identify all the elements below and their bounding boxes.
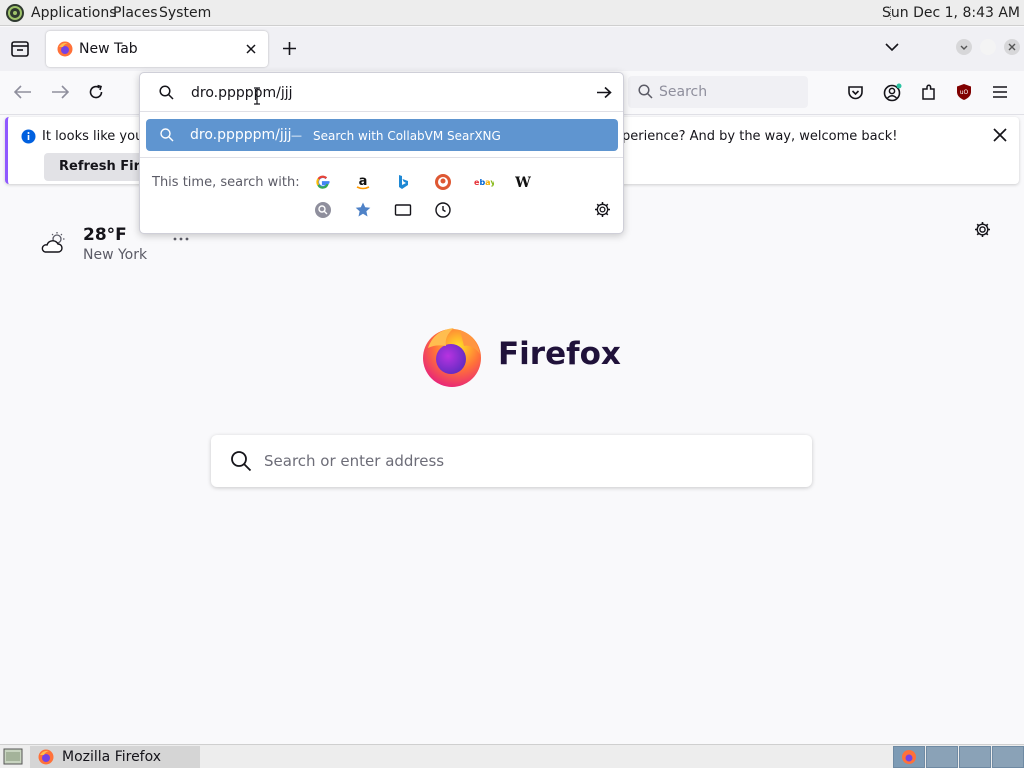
search-bar-placeholder: Search <box>659 84 708 100</box>
workspace-4[interactable] <box>992 746 1024 768</box>
tab-strip: New Tab <box>0 27 1024 71</box>
info-icon <box>21 129 36 144</box>
svg-text:ebay: ebay <box>474 178 494 187</box>
ublock-origin-icon[interactable]: uO <box>956 83 972 101</box>
wikipedia-icon[interactable]: W <box>514 173 532 191</box>
taskbar-firefox-button[interactable]: Mozilla Firefox <box>30 746 200 768</box>
close-notification-icon[interactable] <box>993 128 1007 142</box>
new-tab-plus-icon[interactable] <box>282 41 297 56</box>
workspace-3[interactable] <box>959 746 991 768</box>
reload-icon[interactable] <box>88 84 104 100</box>
menu-system[interactable]: System <box>159 5 211 21</box>
firefox-icon <box>57 41 73 57</box>
urlbar-input[interactable]: dro.pppppm/jjj <box>191 85 293 101</box>
close-window-button[interactable] <box>1004 39 1020 55</box>
pocket-icon[interactable] <box>847 84 864 101</box>
one-off-label: This time, search with: <box>152 175 300 190</box>
partly-cloudy-icon <box>40 231 68 255</box>
svg-text:a: a <box>359 174 368 189</box>
tab-new-tab[interactable]: New Tab <box>46 31 268 67</box>
back-arrow-icon[interactable] <box>14 85 32 99</box>
tab-list-chevron-down-icon[interactable] <box>885 43 899 52</box>
urlbar-divider <box>140 111 623 112</box>
firefox-logo-icon <box>420 324 484 388</box>
extensions-puzzle-icon[interactable] <box>920 83 938 101</box>
svg-text:W: W <box>514 175 531 191</box>
weather-location: New York <box>83 247 148 263</box>
forward-arrow-icon[interactable] <box>51 85 69 99</box>
workspace-2[interactable] <box>926 746 958 768</box>
go-arrow-icon[interactable] <box>596 86 612 99</box>
firefox-icon <box>38 749 54 765</box>
search-settings-gear-icon[interactable] <box>594 201 612 219</box>
clock[interactable]: Sun Dec 1, 8:43 AM <box>882 5 1020 21</box>
urlbar-dropdown: dro.pppppm/jjj dro.pppppm/jjj — Search w… <box>139 72 624 234</box>
one-off-divider <box>140 157 623 158</box>
suggestion-separator: — <box>291 129 302 142</box>
search-icon <box>159 85 174 100</box>
search-bar[interactable]: Search <box>628 76 808 108</box>
search-suggestion-row[interactable]: dro.pppppm/jjj — Search with CollabVM Se… <box>146 119 618 151</box>
show-desktop-icon[interactable] <box>3 748 23 765</box>
weather-temperature: 28°F <box>83 225 127 245</box>
weather-more-options-icon[interactable] <box>173 237 189 241</box>
gnome-foot-icon[interactable] <box>5 3 25 23</box>
amazon-icon[interactable]: a <box>354 173 372 191</box>
firefox-view-icon[interactable] <box>11 41 29 57</box>
refresh-firefox-button[interactable]: Refresh Firefox <box>44 153 148 181</box>
menu-applications[interactable]: Applications <box>31 5 117 21</box>
google-icon[interactable] <box>314 173 332 191</box>
tabs-icon[interactable] <box>394 201 412 219</box>
maximize-button[interactable] <box>980 39 996 55</box>
minimize-button[interactable] <box>956 39 972 55</box>
tab-title: New Tab <box>79 41 138 57</box>
bottom-taskbar: Mozilla Firefox <box>0 744 1024 768</box>
text-cursor-icon <box>253 87 261 105</box>
newtab-settings-gear-icon[interactable] <box>974 221 991 238</box>
search-engine-icon[interactable] <box>314 201 332 219</box>
newtab-search-box[interactable]: Search or enter address <box>211 435 812 487</box>
bookmark-star-icon[interactable] <box>354 201 372 219</box>
svg-text:uO: uO <box>960 89 969 96</box>
search-icon <box>230 450 252 472</box>
workspace-1[interactable] <box>893 746 925 768</box>
bing-icon[interactable] <box>394 173 412 191</box>
suggestion-action: Search with CollabVM SearXNG <box>313 129 501 143</box>
ebay-icon[interactable]: ebay <box>474 173 494 191</box>
account-icon[interactable] <box>883 83 902 102</box>
search-icon <box>160 128 174 142</box>
suggestion-text: dro.pppppm/jjj <box>190 127 292 143</box>
close-tab-icon[interactable] <box>245 43 257 55</box>
newtab-search-placeholder: Search or enter address <box>264 452 445 470</box>
notification-message-end: perience? And by the way, welcome back! <box>622 129 898 144</box>
hamburger-menu-icon[interactable] <box>992 85 1008 99</box>
search-icon <box>638 84 653 99</box>
top-panel: Applications Places System Sun Dec 1, 8:… <box>0 0 1024 26</box>
history-clock-icon[interactable] <box>434 201 452 219</box>
taskbar-window-label: Mozilla Firefox <box>62 749 162 765</box>
menu-places[interactable]: Places <box>113 5 158 21</box>
firefox-wordmark: Firefox <box>498 336 621 372</box>
duckduckgo-icon[interactable] <box>434 173 452 191</box>
